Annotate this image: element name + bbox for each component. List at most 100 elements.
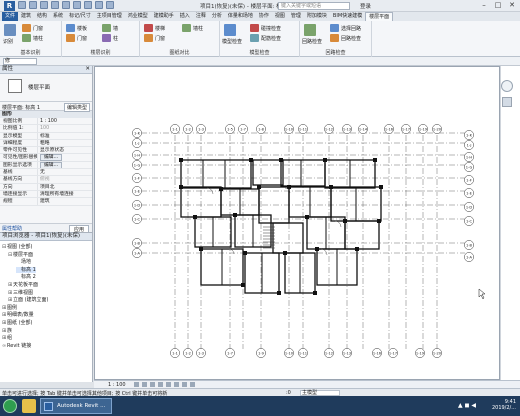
edit-button[interactable]: 编辑... (40, 161, 63, 169)
column[interactable] (343, 219, 347, 223)
browser-item[interactable]: ⊞立面 (建筑立面) (8, 297, 49, 303)
floor-icon[interactable] (66, 24, 75, 32)
browser-item[interactable]: ⊞组 (2, 335, 12, 341)
column[interactable] (377, 219, 381, 223)
model-check-icon[interactable] (224, 24, 236, 36)
column[interactable] (277, 291, 281, 295)
browser-item[interactable]: ⊞明细表/数量 (2, 312, 34, 318)
ribbon-tab[interactable]: BIM快速建模 (330, 12, 365, 21)
ribbon-tab[interactable]: 系统 (50, 12, 66, 21)
browser-item[interactable]: ⊟楼层平面 (8, 252, 33, 258)
door-swing[interactable] (228, 248, 235, 255)
section-icon[interactable] (106, 1, 114, 9)
mouse-cursor-icon[interactable] (478, 288, 486, 300)
door-window-icon[interactable] (144, 34, 153, 42)
select-loop-icon[interactable] (330, 24, 339, 32)
browser-item[interactable]: ⊞族 (2, 328, 12, 334)
ribbon-tab[interactable]: 建筑 (18, 12, 34, 21)
column[interactable] (329, 185, 333, 189)
column[interactable] (379, 185, 383, 189)
column[interactable] (179, 185, 183, 189)
browser-item[interactable]: 标高 2 (16, 274, 36, 280)
file-explorer-icon[interactable] (22, 399, 36, 413)
browser-item[interactable]: ⊞三维视图 (8, 290, 33, 296)
browser-item[interactable]: ∞Revit 链接 (2, 343, 31, 349)
door-window-icon[interactable] (22, 24, 31, 32)
save-icon[interactable] (29, 1, 37, 9)
open-icon[interactable] (18, 1, 26, 9)
stair-icon[interactable] (144, 24, 153, 32)
column[interactable] (305, 215, 309, 219)
loop-check-icon[interactable] (304, 24, 316, 36)
floor-plan-drawing[interactable]: 1-1 1-2 1-3 1-5 1-7 1-8 1-10 1-11 1-12 1-13 1-14 1-… (95, 67, 501, 381)
column[interactable] (199, 247, 203, 251)
undo-icon[interactable] (40, 1, 48, 9)
clash-check-icon[interactable] (250, 24, 259, 32)
edit-type-button[interactable]: 编辑类型 (63, 103, 90, 112)
3d-view-icon[interactable] (95, 1, 103, 9)
column[interactable] (257, 185, 261, 189)
property-value[interactable]: 俯视 (40, 177, 50, 182)
reveal-hidden-icon[interactable] (190, 382, 195, 387)
property-value[interactable]: 1 : 100 (40, 119, 57, 124)
ribbon-button-label[interactable]: 回路检查 (341, 35, 361, 42)
identify-icon[interactable] (4, 24, 16, 36)
ribbon-tab[interactable]: 视图 (272, 12, 288, 21)
ribbon-button-label[interactable]: 回路检查 (302, 38, 322, 45)
column[interactable] (233, 213, 237, 217)
property-value[interactable]: 标准 (40, 134, 50, 139)
ribbon-button-label[interactable]: 碰撞检查 (261, 25, 281, 32)
property-value[interactable]: 清理所有墙连接 (40, 192, 74, 197)
ribbon-button-label[interactable]: 门窗 (77, 35, 87, 42)
drawing-canvas[interactable]: 1-1 1-2 1-3 1-5 1-7 1-8 1-10 1-11 1-12 1-13 1-14 1-… (94, 66, 500, 380)
ribbon-button-label[interactable]: 选择回路 (341, 25, 361, 32)
ribbon-button-label[interactable]: 墙柱 (33, 35, 43, 42)
door-swing[interactable] (320, 248, 328, 256)
rebar-check-icon[interactable] (250, 34, 259, 42)
show-crop-icon[interactable] (174, 382, 179, 387)
section-graphics[interactable]: 图形 (0, 111, 92, 118)
ribbon-tab[interactable]: 文件 (2, 12, 19, 21)
property-value[interactable]: 建筑 (40, 199, 50, 204)
browser-item[interactable]: ⊞天花板平面 (8, 282, 38, 288)
door-swing[interactable] (334, 220, 342, 228)
wall-column-icon[interactable] (22, 34, 31, 42)
crop-view-icon[interactable] (166, 382, 171, 387)
browser-item[interactable]: 标高 1 (16, 266, 36, 273)
shadows-icon[interactable] (158, 382, 163, 387)
column[interactable] (279, 158, 283, 162)
property-value[interactable]: 无 (40, 170, 45, 175)
ribbon-button-label[interactable]: 识别 (3, 38, 13, 45)
ribbon-tab[interactable]: 插入 (177, 12, 193, 21)
text-icon[interactable] (84, 1, 92, 9)
column[interactable] (373, 158, 377, 162)
ribbon-tab[interactable]: 附加模块 (304, 12, 330, 21)
revit-logo-icon[interactable]: R (4, 1, 15, 11)
ribbon-tab[interactable]: 鸿业模型 (125, 12, 151, 21)
column[interactable] (249, 158, 253, 162)
wall-icon[interactable] (102, 24, 111, 32)
column[interactable] (323, 158, 327, 162)
visual-style-icon[interactable] (142, 382, 147, 387)
wall[interactable] (180, 159, 252, 189)
column[interactable] (315, 247, 319, 251)
browser-item[interactable]: ⊞图例 (2, 305, 17, 311)
ribbon-button-label[interactable]: 墙 (113, 25, 118, 32)
loop-icon[interactable] (330, 34, 339, 42)
maximize-button[interactable]: □ (492, 1, 504, 10)
ribbon-button-label[interactable]: 配筋检查 (261, 35, 281, 42)
wall-column-icon[interactable] (182, 24, 191, 32)
edit-button[interactable]: 编辑... (40, 154, 63, 161)
start-icon[interactable] (3, 399, 17, 413)
ribbon-button-label[interactable]: 墙柱 (193, 25, 203, 32)
detail-level-icon[interactable] (134, 382, 139, 387)
ribbon-tab[interactable]: 建模助手 (151, 12, 177, 21)
tray-icons[interactable]: ▲ ◼ ◀ (458, 402, 476, 409)
column[interactable] (219, 187, 223, 191)
ribbon-tab[interactable]: 主项目管理 (94, 12, 125, 21)
wall[interactable] (252, 159, 284, 186)
column[interactable] (243, 251, 247, 255)
ribbon-button-label[interactable]: 模型检查 (222, 38, 242, 45)
ribbon-tab[interactable]: 体量和场地 (225, 12, 256, 21)
column[interactable] (179, 158, 183, 162)
